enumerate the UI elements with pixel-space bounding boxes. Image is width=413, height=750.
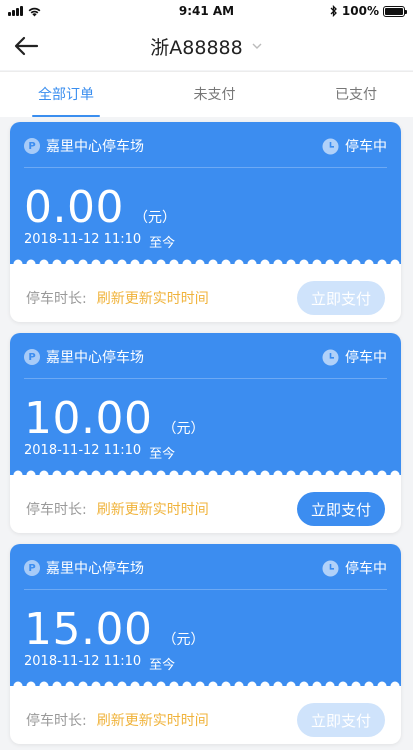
nav-bar: 浙A88888 (0, 22, 413, 70)
duration-row: 停车时长: 刷新更新实时时间 (26, 288, 209, 308)
parking-status: 停车中 (322, 558, 387, 578)
clock-icon (322, 349, 339, 365)
order-card-header: P 嘉里中心停车场 停车中 15.00 （元） 2018-11-12 11:10… (10, 544, 401, 686)
ticket-scallop-edge (10, 465, 401, 485)
lot-info: P 嘉里中心停车场 (24, 136, 144, 156)
status-text: 停车中 (345, 350, 387, 366)
order-card-footer: 停车时长: 刷新更新实时时间 立即支付 (10, 696, 401, 744)
tab-all-orders[interactable]: 全部订单 (32, 72, 100, 118)
amount-unit: （元） (162, 421, 205, 437)
divider (24, 378, 387, 379)
duration-label: 停车时长: (26, 291, 87, 307)
clock-icon (322, 560, 339, 576)
pay-now-button[interactable]: 立即支付 (297, 281, 385, 315)
start-time: 2018-11-12 11:10 (24, 443, 142, 458)
divider (24, 167, 387, 168)
wifi-icon (28, 7, 41, 16)
pay-now-button[interactable]: 立即支付 (297, 492, 385, 526)
status-bar: 9:41 AM 100% (0, 0, 413, 22)
parking-icon: P (24, 349, 40, 365)
parking-icon: P (24, 138, 40, 154)
ticket-scallop-edge (10, 254, 401, 274)
refresh-time-link[interactable]: 刷新更新实时时间 (97, 710, 209, 730)
start-time: 2018-11-12 11:10 (24, 232, 142, 247)
lot-name: 嘉里中心停车场 (46, 350, 144, 366)
battery-icon (383, 5, 407, 17)
status-text: 停车中 (345, 561, 387, 577)
tab-paid[interactable]: 已支付 (335, 72, 377, 118)
plate-selector[interactable]: 浙A88888 (150, 33, 262, 60)
order-tabs: 全部订单 未支付 已支付 (0, 71, 413, 117)
amount-unit: （元） (133, 210, 176, 226)
start-time: 2018-11-12 11:10 (24, 654, 142, 669)
lot-info: P 嘉里中心停车场 (24, 347, 144, 367)
status-text: 停车中 (345, 139, 387, 155)
parking-status: 停车中 (322, 136, 387, 156)
status-left (8, 6, 42, 17)
order-card-footer: 停车时长: 刷新更新实时时间 立即支付 (10, 485, 401, 533)
amount-value: 0.00 (24, 182, 124, 233)
battery-percent: 100% (341, 4, 379, 18)
lot-name: 嘉里中心停车场 (46, 561, 144, 577)
duration-row: 停车时长: 刷新更新实时时间 (26, 499, 209, 519)
cellular-signal-icon (8, 6, 23, 16)
order-card-header: P 嘉里中心停车场 停车中 10.00 （元） 2018-11-12 11:10… (10, 333, 401, 475)
order-card[interactable]: P 嘉里中心停车场 停车中 10.00 （元） 2018-11-12 11:10… (10, 333, 401, 533)
time-row: 2018-11-12 11:10 至今 (24, 443, 175, 462)
amount-value: 10.00 (24, 393, 153, 444)
parking-icon: P (24, 560, 40, 576)
tab-unpaid[interactable]: 未支付 (194, 72, 236, 118)
bluetooth-icon (330, 5, 337, 17)
until-now: 至今 (149, 658, 176, 673)
pay-now-button[interactable]: 立即支付 (297, 703, 385, 737)
time-row: 2018-11-12 11:10 至今 (24, 654, 175, 673)
lot-row: P 嘉里中心停车场 停车中 (24, 556, 387, 580)
order-card[interactable]: P 嘉里中心停车场 停车中 15.00 （元） 2018-11-12 11:10… (10, 544, 401, 744)
lot-row: P 嘉里中心停车场 停车中 (24, 134, 387, 158)
until-now: 至今 (149, 236, 176, 251)
refresh-time-link[interactable]: 刷新更新实时时间 (97, 499, 209, 519)
duration-label: 停车时长: (26, 713, 87, 729)
page-title: 浙A88888 (150, 36, 243, 59)
parking-status: 停车中 (322, 347, 387, 367)
back-arrow-icon[interactable] (12, 34, 40, 58)
order-card[interactable]: P 嘉里中心停车场 停车中 0.00 （元） 2018-11-12 11:10 … (10, 122, 401, 322)
amount-row: 10.00 （元） (24, 393, 204, 444)
duration-row: 停车时长: 刷新更新实时时间 (26, 710, 209, 730)
chevron-down-icon (252, 43, 262, 49)
order-card-header: P 嘉里中心停车场 停车中 0.00 （元） 2018-11-12 11:10 … (10, 122, 401, 264)
amount-unit: （元） (162, 632, 205, 648)
lot-name: 嘉里中心停车场 (46, 139, 144, 155)
time-row: 2018-11-12 11:10 至今 (24, 232, 175, 251)
lot-info: P 嘉里中心停车场 (24, 558, 144, 578)
lot-row: P 嘉里中心停车场 停车中 (24, 345, 387, 369)
battery-level (385, 7, 403, 15)
clock-icon (322, 138, 339, 154)
amount-value: 15.00 (24, 604, 153, 655)
status-right: 100% (330, 4, 407, 18)
until-now: 至今 (149, 447, 176, 462)
duration-label: 停车时长: (26, 502, 87, 518)
amount-row: 0.00 （元） (24, 182, 176, 233)
amount-row: 15.00 （元） (24, 604, 204, 655)
order-card-footer: 停车时长: 刷新更新实时时间 立即支付 (10, 274, 401, 322)
ticket-scallop-edge (10, 676, 401, 696)
divider (24, 589, 387, 590)
refresh-time-link[interactable]: 刷新更新实时时间 (97, 288, 209, 308)
